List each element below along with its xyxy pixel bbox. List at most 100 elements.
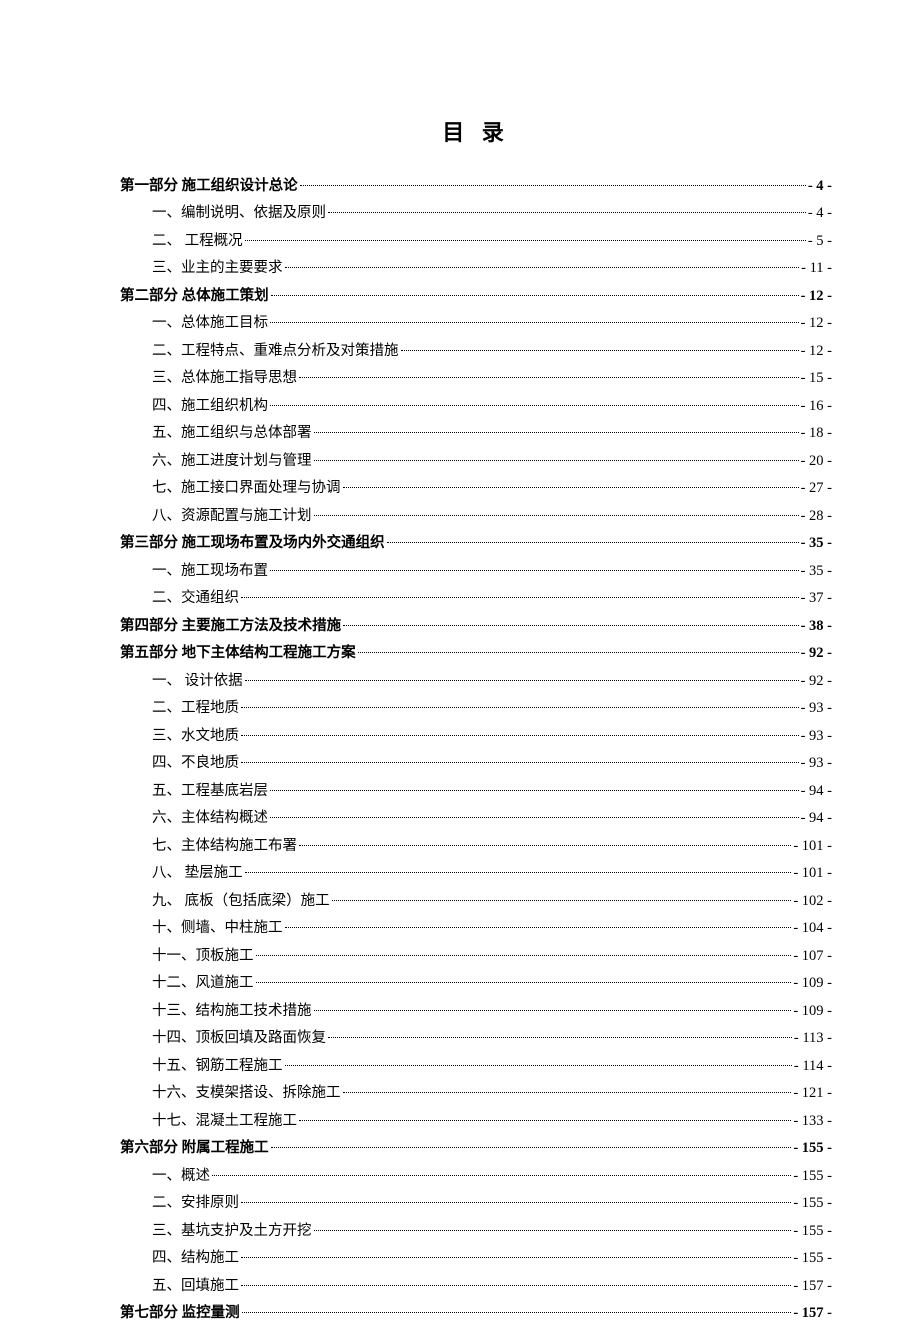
toc-entry-label: 第六部分 附属工程施工	[120, 1141, 269, 1156]
toc-entry-page: - 12 -	[801, 344, 832, 359]
toc-entry: 二、 工程概况 - 5 -	[152, 230, 832, 248]
toc-leader-dots	[212, 1165, 791, 1180]
toc-leader-dots	[299, 1110, 791, 1125]
toc-entry-label: 三、水文地质	[152, 729, 239, 744]
toc-entry-page: - 92 -	[801, 674, 832, 689]
toc-entry: 一、总体施工目标- 12 -	[152, 313, 832, 331]
toc-entry: 一、编制说明、依据及原则- 4 -	[152, 203, 832, 221]
toc-leader-dots	[245, 863, 792, 878]
toc-entry-label: 一、概述	[152, 1169, 210, 1184]
toc-entry-label: 四、施工组织机构	[152, 399, 268, 414]
toc-leader-dots	[328, 203, 806, 218]
toc-entry-page: - 5 -	[808, 234, 832, 249]
toc-entry-page: - 11 -	[801, 261, 832, 276]
toc-entry-label: 十五、钢筋工程施工	[152, 1059, 283, 1074]
toc-entry-page: - 93 -	[801, 729, 832, 744]
toc-entry-label: 三、业主的主要要求	[152, 261, 283, 276]
toc-entry: 二、工程地质- 93 -	[152, 698, 832, 716]
toc-list: 第一部分 施工组织设计总论- 4 -一、编制说明、依据及原则- 4 -二、 工程…	[120, 175, 832, 1321]
toc-entry-label: 八、 垫层施工	[152, 866, 243, 881]
toc-leader-dots	[401, 340, 799, 355]
toc-entry: 十三、结构施工技术措施- 109 -	[152, 1000, 832, 1018]
toc-entry: 六、主体结构概述- 94 -	[152, 808, 832, 826]
toc-entry-page: - 114 -	[794, 1059, 832, 1074]
toc-leader-dots	[242, 1303, 792, 1318]
toc-leader-dots	[300, 175, 806, 190]
toc-leader-dots	[270, 808, 799, 823]
toc-leader-dots	[271, 285, 799, 300]
toc-leader-dots	[387, 533, 799, 548]
toc-leader-dots	[285, 918, 792, 933]
toc-entry-page: - 18 -	[801, 426, 832, 441]
toc-entry-label: 二、交通组织	[152, 591, 239, 606]
toc-entry-label: 十四、顶板回填及路面恢复	[152, 1031, 326, 1046]
toc-entry: 一、概述 - 155 -	[152, 1165, 832, 1183]
toc-entry: 三、基坑支护及土方开挖- 155 -	[152, 1220, 832, 1238]
toc-leader-dots	[328, 1028, 792, 1043]
toc-entry-label: 三、总体施工指导思想	[152, 371, 297, 386]
toc-leader-dots	[270, 313, 799, 328]
toc-entry-label: 二、 工程概况	[152, 234, 243, 249]
toc-entry-page: - 38 -	[801, 619, 832, 634]
toc-entry-label: 五、工程基底岩层	[152, 784, 268, 799]
toc-entry-page: - 4 -	[808, 206, 832, 221]
toc-leader-dots	[314, 505, 799, 520]
toc-entry-page: - 155 -	[793, 1169, 832, 1184]
toc-entry-label: 四、不良地质	[152, 756, 239, 771]
toc-entry: 三、业主的主要要求 - 11 -	[152, 258, 832, 276]
toc-leader-dots	[271, 1138, 792, 1153]
toc-entry-page: - 107 -	[793, 949, 832, 964]
toc-leader-dots	[270, 395, 799, 410]
toc-leader-dots	[256, 945, 792, 960]
toc-entry-label: 第一部分 施工组织设计总论	[120, 179, 298, 194]
toc-entry-label: 二、工程地质	[152, 701, 239, 716]
toc-entry-label: 十七、混凝土工程施工	[152, 1114, 297, 1129]
toc-entry: 一、 设计依据- 92 -	[152, 670, 832, 688]
toc-entry-page: - 121 -	[793, 1086, 832, 1101]
toc-entry: 四、不良地质- 93 -	[152, 753, 832, 771]
toc-entry: 三、总体施工指导思想- 15 -	[152, 368, 832, 386]
toc-entry-page: - 102 -	[793, 894, 832, 909]
toc-entry-page: - 28 -	[801, 509, 832, 524]
toc-leader-dots	[241, 725, 799, 740]
toc-leader-dots	[241, 1275, 791, 1290]
toc-entry-label: 八、资源配置与施工计划	[152, 509, 312, 524]
toc-entry: 第三部分 施工现场布置及场内外交通组织- 35 -	[120, 533, 832, 551]
toc-entry: 九、 底板（包括底梁）施工 - 102 -	[152, 890, 832, 908]
toc-leader-dots	[285, 258, 800, 273]
toc-entry: 八、资源配置与施工计划 - 28 -	[152, 505, 832, 523]
toc-entry: 十一、顶板施工 - 107 -	[152, 945, 832, 963]
toc-entry-page: - 155 -	[793, 1224, 832, 1239]
toc-entry-label: 九、 底板（包括底梁）施工	[152, 894, 330, 909]
toc-entry-label: 十一、顶板施工	[152, 949, 254, 964]
toc-leader-dots	[245, 670, 799, 685]
toc-entry-label: 第七部分 监控量测	[120, 1306, 240, 1321]
toc-entry-page: - 20 -	[801, 454, 832, 469]
toc-leader-dots	[299, 368, 799, 383]
toc-entry-label: 五、施工组织与总体部署	[152, 426, 312, 441]
toc-entry: 第七部分 监控量测- 157 -	[120, 1303, 832, 1321]
toc-entry-page: - 4 -	[808, 179, 832, 194]
toc-entry: 七、主体结构施工布署- 101 -	[152, 835, 832, 853]
toc-leader-dots	[270, 560, 799, 575]
toc-entry-page: - 92 -	[801, 646, 832, 661]
toc-leader-dots	[343, 478, 799, 493]
toc-leader-dots	[332, 890, 792, 905]
toc-entry: 四、施工组织机构- 16 -	[152, 395, 832, 413]
toc-entry: 十、侧墙、中柱施工- 104 -	[152, 918, 832, 936]
toc-entry: 五、工程基底岩层- 94 -	[152, 780, 832, 798]
toc-entry-label: 六、主体结构概述	[152, 811, 268, 826]
toc-entry-label: 第二部分 总体施工策划	[120, 289, 269, 304]
toc-entry-label: 六、施工进度计划与管理	[152, 454, 312, 469]
toc-leader-dots	[358, 643, 799, 658]
toc-entry: 十五、钢筋工程施工 - 114 -	[152, 1055, 832, 1073]
toc-entry-page: - 133 -	[793, 1114, 832, 1129]
toc-entry-page: - 101 -	[793, 839, 832, 854]
toc-leader-dots	[314, 450, 799, 465]
toc-leader-dots	[343, 615, 798, 630]
toc-entry-page: - 109 -	[793, 1004, 832, 1019]
toc-entry-page: - 35 -	[801, 536, 832, 551]
toc-entry-page: - 157 -	[793, 1279, 832, 1294]
toc-entry: 第四部分 主要施工方法及技术措施- 38 -	[120, 615, 832, 633]
toc-leader-dots	[299, 835, 791, 850]
